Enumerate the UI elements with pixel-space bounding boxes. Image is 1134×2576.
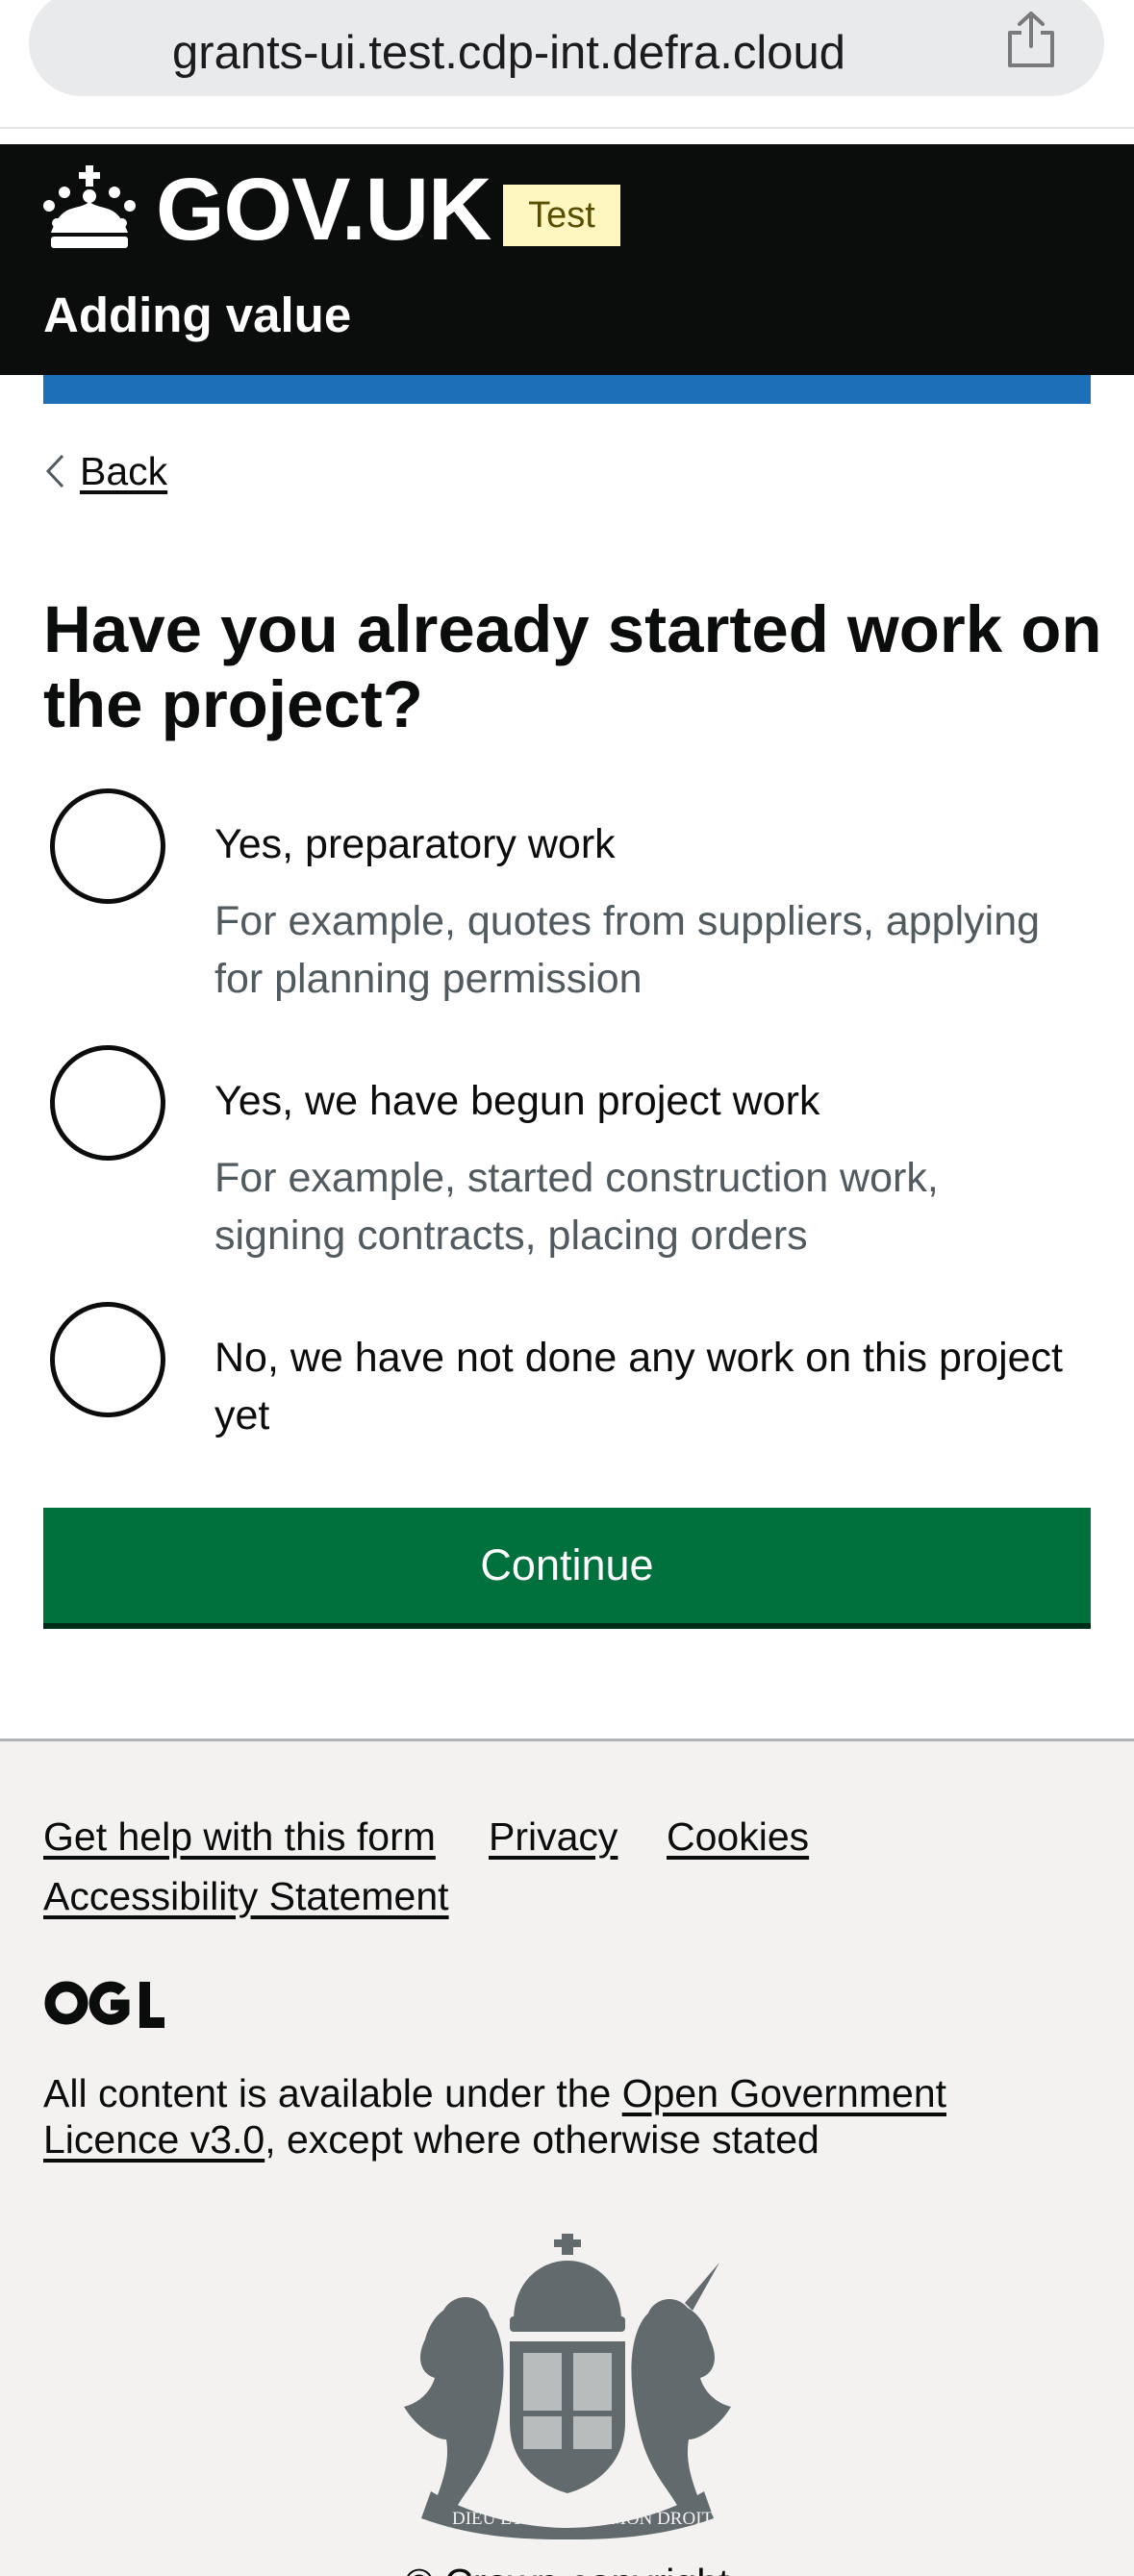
radio-option-no-work[interactable]: No, we have not done any work on this pr… <box>43 1302 1101 1438</box>
radio-label[interactable]: Yes, we have begun project work <box>214 1072 1080 1130</box>
continue-button[interactable]: Continue <box>43 1508 1091 1623</box>
url-text[interactable]: grants-ui.test.cdp-int.defra.cloud <box>29 0 989 96</box>
url-field[interactable]: grants-ui.test.cdp-int.defra.cloud <box>29 0 1104 96</box>
share-icon[interactable] <box>1004 10 1058 69</box>
footer-link-accessibility[interactable]: Accessibility Statement <box>43 1874 449 1919</box>
crest-motto-right: MON DROIT <box>610 2509 714 2529</box>
govuk-header: GOV.UK Test Adding value <box>0 144 1134 375</box>
header-blue-bar <box>43 375 1091 404</box>
back-label: Back <box>80 448 168 493</box>
radio-button[interactable] <box>50 788 165 904</box>
ogl-logo <box>44 1981 164 2028</box>
licence-text: All content is available under the Open … <box>43 2070 1053 2163</box>
radio-option-preparatory-work[interactable]: Yes, preparatory work For example, quote… <box>43 788 1101 1019</box>
chevron-left-icon <box>45 454 64 488</box>
radio-hint: For example, started construction work, … <box>214 1155 939 1259</box>
footer: Get help with this form Privacy Cookies … <box>0 1738 1134 2576</box>
phase-tag: Test <box>503 185 620 246</box>
radio-option-begun-project-work[interactable]: Yes, we have begun project work For exam… <box>43 1045 1101 1276</box>
back-link[interactable]: Back <box>43 444 167 498</box>
royal-crest-logo[interactable]: DIEU ET MON DROIT <box>396 2234 739 2539</box>
radio-label[interactable]: No, we have not done any work on this pr… <box>214 1329 1080 1444</box>
radio-hint: For example, quotes from suppliers, appl… <box>214 898 1041 1002</box>
page: grants-ui.test.cdp-int.defra.cloud GOV.U… <box>0 0 1134 2576</box>
crown-icon[interactable] <box>43 163 136 250</box>
footer-link-privacy[interactable]: Privacy <box>489 1814 617 1860</box>
radio-label[interactable]: Yes, preparatory work <box>214 815 1080 873</box>
copyright[interactable]: © Crown copyright <box>0 2561 1134 2576</box>
footer-link-get-help[interactable]: Get help with this form <box>43 1814 436 1860</box>
footer-link-cookies[interactable]: Cookies <box>667 1814 809 1860</box>
crest-motto-left: DIEU ET <box>452 2509 523 2529</box>
radio-button[interactable] <box>50 1302 165 1417</box>
page-title: Have you already started work on the pro… <box>43 592 1102 741</box>
licence-suffix: , except where otherwise stated <box>265 2117 819 2162</box>
licence-prefix: All content is available under the <box>43 2071 622 2115</box>
service-name[interactable]: Adding value <box>43 287 351 343</box>
radio-button[interactable] <box>50 1045 165 1161</box>
browser-address-bar: grants-ui.test.cdp-int.defra.cloud <box>0 0 1134 129</box>
govuk-logotype[interactable]: GOV.UK <box>156 165 491 254</box>
